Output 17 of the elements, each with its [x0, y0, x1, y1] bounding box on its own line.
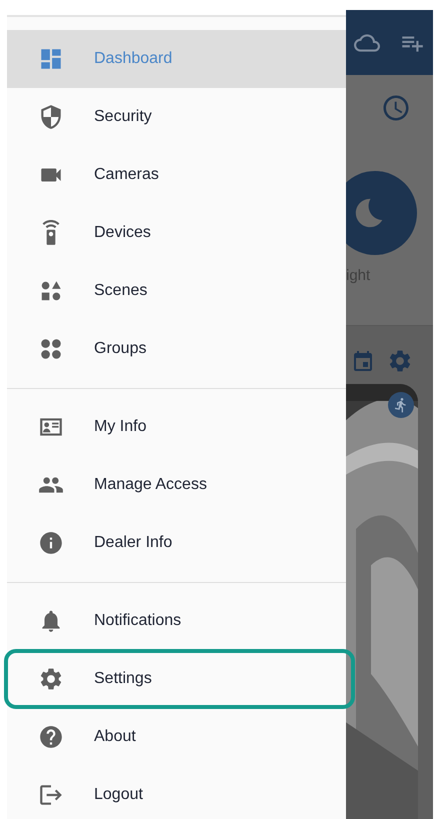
drawer-item[interactable]: Notifications [7, 592, 346, 650]
drawer-item[interactable]: Settings [7, 650, 346, 708]
drawer-item[interactable]: Manage Access [7, 456, 346, 514]
info-icon [38, 530, 64, 556]
drawer-item[interactable]: Logout [7, 766, 346, 819]
drawer-item[interactable]: Security [7, 88, 346, 146]
help-icon [38, 724, 64, 750]
drawer-item[interactable]: Devices [7, 204, 346, 262]
drawer-item[interactable]: About [7, 708, 346, 766]
drawer-item[interactable]: Cameras [7, 146, 346, 204]
calendar-icon[interactable] [351, 350, 375, 374]
drawer-item[interactable]: Scenes [7, 262, 346, 320]
drawer-item[interactable]: Groups [7, 320, 346, 378]
drawer-item[interactable]: Dealer Info [7, 514, 346, 572]
drawer-item[interactable]: My Info [7, 398, 346, 456]
clock-icon[interactable] [380, 93, 410, 123]
settings-icon[interactable] [387, 348, 413, 374]
